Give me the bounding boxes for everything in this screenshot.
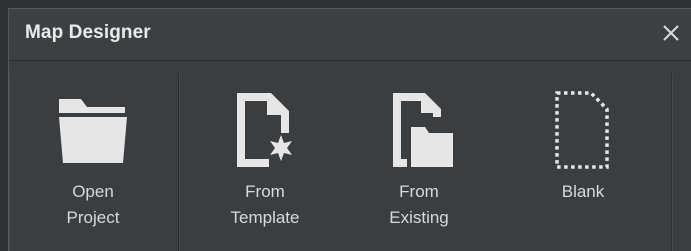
- panel-divider-right: [671, 73, 673, 251]
- panel-divider-left: [9, 73, 10, 251]
- close-button[interactable]: [657, 19, 685, 47]
- panel-divider: [178, 73, 180, 251]
- blank-label: Blank: [561, 182, 605, 201]
- existing-document-folder-icon: [393, 93, 453, 167]
- from-template-button[interactable]: From Template: [205, 89, 325, 239]
- blank-document-icon: [555, 91, 609, 169]
- from-existing-button[interactable]: From Existing: [359, 89, 479, 239]
- folder-icon: [59, 99, 127, 163]
- options-panel: Open Project From Template From Existing…: [9, 61, 691, 251]
- from-existing-label: From Existing: [389, 182, 449, 227]
- template-document-icon: [237, 93, 292, 167]
- close-icon: [663, 25, 679, 41]
- window-title: Map Designer: [25, 22, 151, 43]
- blank-button[interactable]: Blank: [523, 89, 643, 239]
- open-project-label: Open Project: [66, 182, 120, 227]
- title-bar: Map Designer: [9, 9, 691, 61]
- map-designer-window: Map Designer Open Project From Template …: [8, 8, 691, 251]
- from-template-label: From Template: [230, 182, 300, 227]
- open-project-button[interactable]: Open Project: [33, 89, 153, 239]
